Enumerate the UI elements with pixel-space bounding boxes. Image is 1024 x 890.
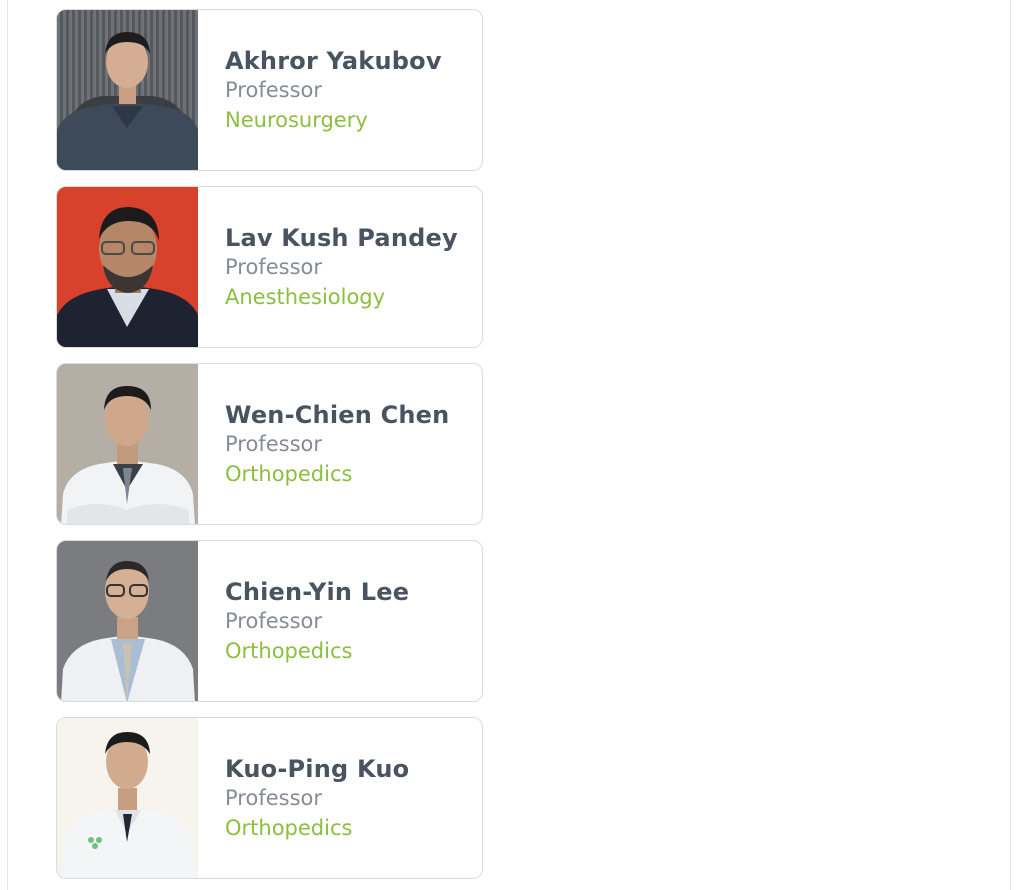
doctor-department: Anesthesiology bbox=[225, 284, 386, 309]
doctor-department: Orthopedics bbox=[225, 815, 353, 840]
doctor-info: Kuo-Ping Kuo Professor Orthopedics bbox=[198, 718, 482, 878]
doctor-card[interactable]: Lav Kush Pandey Professor Anesthesiology bbox=[56, 186, 483, 348]
doctor-title: Professor bbox=[225, 785, 322, 810]
doctor-list: Akhror Yakubov Professor Neurosurgery La… bbox=[56, 9, 483, 879]
doctor-info: Chien-Yin Lee Professor Orthopedics bbox=[198, 541, 482, 701]
doctor-info: Akhror Yakubov Professor Neurosurgery bbox=[198, 10, 482, 170]
doctor-photo-scrubs-icon bbox=[57, 10, 198, 170]
content-frame: Akhror Yakubov Professor Neurosurgery La… bbox=[7, 0, 1011, 890]
doctor-photo-suit-icon bbox=[57, 187, 198, 347]
doctor-department: Orthopedics bbox=[225, 461, 353, 486]
doctor-photo-whitecoat-icon bbox=[57, 541, 198, 701]
doctor-photo bbox=[57, 364, 198, 524]
doctor-name[interactable]: Chien-Yin Lee bbox=[225, 577, 482, 607]
doctor-name[interactable]: Lav Kush Pandey bbox=[225, 223, 482, 253]
doctor-photo bbox=[57, 541, 198, 701]
doctor-department: Neurosurgery bbox=[225, 107, 368, 132]
doctor-card[interactable]: Chien-Yin Lee Professor Orthopedics bbox=[56, 540, 483, 702]
doctor-title: Professor bbox=[225, 77, 322, 102]
doctor-card[interactable]: Akhror Yakubov Professor Neurosurgery bbox=[56, 9, 483, 171]
doctor-name[interactable]: Kuo-Ping Kuo bbox=[225, 754, 482, 784]
page: Akhror Yakubov Professor Neurosurgery La… bbox=[0, 0, 1024, 890]
doctor-photo bbox=[57, 10, 198, 170]
doctor-photo-whitecoat-icon bbox=[57, 718, 198, 878]
doctor-department: Orthopedics bbox=[225, 638, 353, 663]
doctor-card[interactable]: Wen-Chien Chen Professor Orthopedics bbox=[56, 363, 483, 525]
doctor-card[interactable]: Kuo-Ping Kuo Professor Orthopedics bbox=[56, 717, 483, 879]
doctor-info: Lav Kush Pandey Professor Anesthesiology bbox=[198, 187, 482, 347]
doctor-info: Wen-Chien Chen Professor Orthopedics bbox=[198, 364, 482, 524]
doctor-photo bbox=[57, 718, 198, 878]
doctor-photo-whitecoat-icon bbox=[57, 364, 198, 524]
doctor-name[interactable]: Wen-Chien Chen bbox=[225, 400, 482, 430]
doctor-photo bbox=[57, 187, 198, 347]
doctor-title: Professor bbox=[225, 254, 322, 279]
doctor-name[interactable]: Akhror Yakubov bbox=[225, 46, 482, 76]
doctor-title: Professor bbox=[225, 431, 322, 456]
doctor-title: Professor bbox=[225, 608, 322, 633]
